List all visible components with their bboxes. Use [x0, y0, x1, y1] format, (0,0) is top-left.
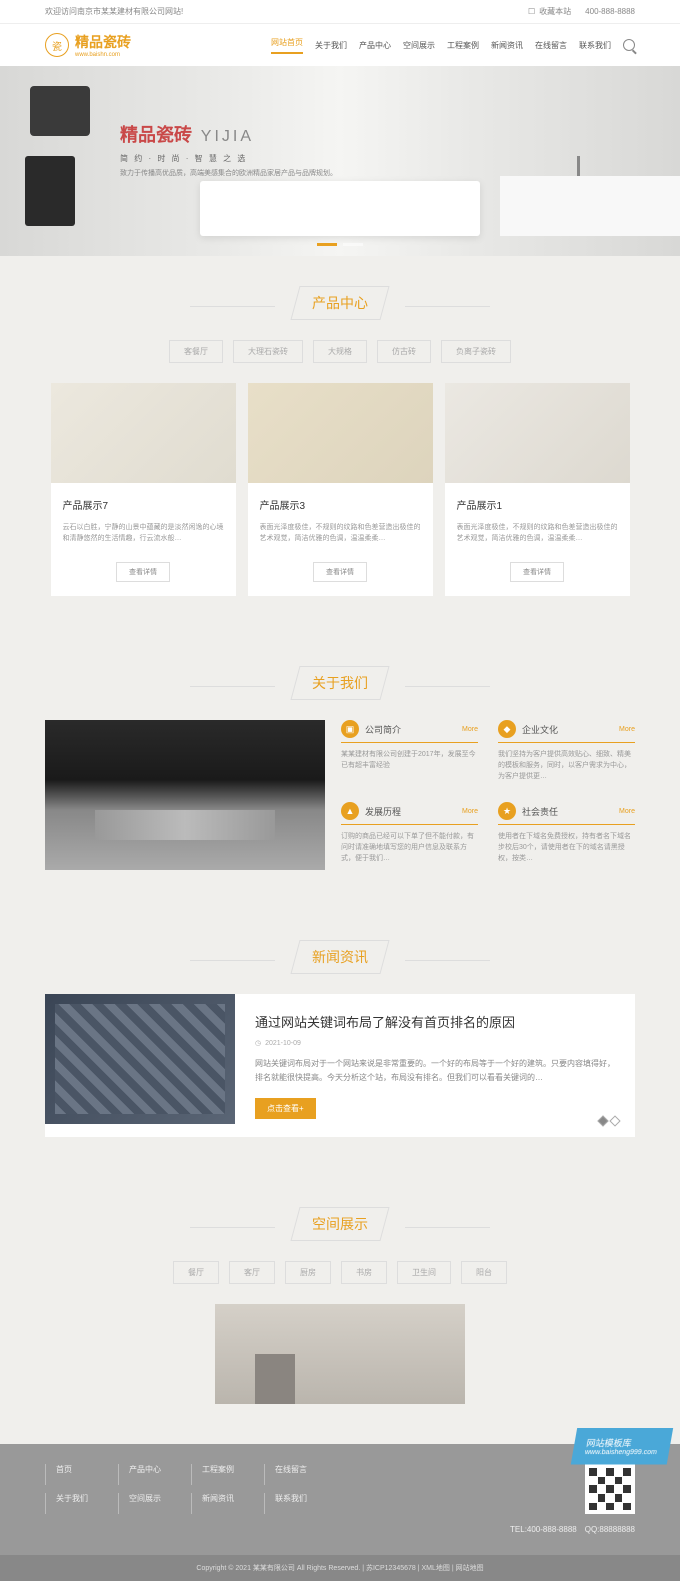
more-link[interactable]: More	[619, 726, 635, 733]
hero-en: YIJIA	[201, 128, 254, 145]
product-card[interactable]: 产品展示3 表面光泽度极佳，不规则的纹路和色差营造出极佳的艺术观觉，简洁优雅的色…	[248, 383, 433, 596]
news-date: ◷ 2021-10-09	[255, 1039, 615, 1047]
about-section-title: 关于我们	[0, 636, 680, 720]
tab-large[interactable]: 大规格	[313, 340, 367, 363]
bookmark-icon: ☐	[528, 7, 535, 16]
product-card[interactable]: 产品展示7 云石以白胜，宁静的山景中蕴藏的是淡然闲逸的心境和清静悠然的生活情趣，…	[51, 383, 236, 596]
watermark: 网站模板库 www.baisheng999.com	[571, 1428, 673, 1464]
tab-kitchen[interactable]: 厨房	[285, 1261, 331, 1284]
tab-dining[interactable]: 餐厅	[173, 1261, 219, 1284]
nav-message[interactable]: 在线留言	[535, 40, 567, 51]
tab-ion[interactable]: 负离子瓷砖	[441, 340, 511, 363]
about-info-grid: ▣ 公司简介 More 某某建材有限公司创建于2017年，发展至今已有超丰富经验…	[341, 720, 635, 870]
product-desc: 表面光泽度极佳，不规则的纹路和色差营造出极佳的艺术观觉，简洁优雅的色调，温温柔柔…	[457, 522, 618, 550]
product-detail-button[interactable]: 查看详情	[313, 562, 367, 582]
nav-home[interactable]: 网站首页	[271, 37, 303, 54]
hero-brand: 精品瓷砖	[120, 121, 192, 147]
hero-desc: 致力于传播高优品质，高端美感集合的欧洲精品家居产品与品牌规划。	[120, 168, 337, 178]
footer-link[interactable]: 在线留言	[264, 1464, 307, 1485]
products-section-title: 产品中心	[0, 256, 680, 340]
logo[interactable]: 瓷 精品瓷砖 www.baishn.com	[45, 32, 131, 58]
footer-link[interactable]: 联系我们	[264, 1493, 307, 1514]
intro-icon: ▣	[341, 720, 359, 738]
news-next-button[interactable]	[609, 1116, 620, 1127]
footer-link[interactable]: 新闻资讯	[191, 1493, 234, 1514]
space-section-title: 空间展示	[0, 1177, 680, 1261]
footer-links: 首页 产品中心 工程案例 在线留言 关于我们 空间展示 新闻资讯 联系我们	[45, 1464, 307, 1514]
dot-2[interactable]	[343, 243, 363, 246]
logo-text: 精品瓷砖	[75, 32, 131, 52]
more-link[interactable]: More	[619, 808, 635, 815]
footer-link[interactable]: 产品中心	[118, 1464, 161, 1485]
logo-icon: 瓷	[45, 33, 69, 57]
nav-products[interactable]: 产品中心	[359, 40, 391, 51]
product-tabs: 客餐厅 大理石瓷砖 大规格 仿古砖 负离子瓷砖	[0, 340, 680, 363]
responsibility-icon: ★	[498, 802, 516, 820]
nav-news[interactable]: 新闻资讯	[491, 40, 523, 51]
culture-icon: ◆	[498, 720, 516, 738]
tab-living-room[interactable]: 客厅	[229, 1261, 275, 1284]
footer-link[interactable]: 首页	[45, 1464, 88, 1485]
news-section-title: 新闻资讯	[0, 910, 680, 994]
news-view-button[interactable]: 点击查看+	[255, 1098, 316, 1119]
product-detail-button[interactable]: 查看详情	[116, 562, 170, 582]
product-title: 产品展示1	[457, 497, 618, 512]
footer-link[interactable]: 关于我们	[45, 1493, 88, 1514]
footer-contact: TEL:400-888-8888 QQ:88888888	[45, 1524, 635, 1535]
logo-sub: www.baishn.com	[75, 52, 131, 58]
product-title: 产品展示3	[260, 497, 421, 512]
main-nav: 网站首页 关于我们 产品中心 空间展示 工程案例 新闻资讯 在线留言 联系我们	[271, 37, 635, 54]
nav-space[interactable]: 空间展示	[403, 40, 435, 51]
about-image	[45, 720, 325, 870]
news-card: 通过网站关键词布局了解没有首页排名的原因 ◷ 2021-10-09 网站关键词布…	[45, 994, 635, 1137]
product-image	[248, 383, 433, 483]
hero-tagline: 简 约 · 时 尚 · 智 慧 之 选	[120, 153, 337, 164]
search-icon[interactable]	[623, 39, 635, 51]
nav-cases[interactable]: 工程案例	[447, 40, 479, 51]
product-detail-button[interactable]: 查看详情	[510, 562, 564, 582]
product-grid: 产品展示7 云石以白胜，宁静的山景中蕴藏的是淡然闲逸的心境和清静悠然的生活情趣，…	[45, 383, 635, 636]
header: 瓷 精品瓷砖 www.baishn.com 网站首页 关于我们 产品中心 空间展…	[0, 24, 680, 66]
welcome-text: 欢迎访问南京市某某建材有限公司网站!	[45, 6, 183, 17]
hotline: 400-888-8888	[585, 7, 635, 16]
tab-balcony[interactable]: 阳台	[461, 1261, 507, 1284]
clock-icon: ◷	[255, 1039, 261, 1047]
hero-banner: 精品瓷砖 YIJIA 简 约 · 时 尚 · 智 慧 之 选 致力于传播高优品质…	[0, 66, 680, 256]
about-intro[interactable]: ▣ 公司简介 More 某某建材有限公司创建于2017年，发展至今已有超丰富经验	[341, 720, 478, 788]
news-title[interactable]: 通过网站关键词布局了解没有首页排名的原因	[255, 1012, 615, 1031]
about-responsibility[interactable]: ★ 社会责任 More 使用者在下域名免费授权，持有者名下域名步校后30个，请使…	[498, 802, 635, 870]
tab-antique[interactable]: 仿古砖	[377, 340, 431, 363]
product-card[interactable]: 产品展示1 表面光泽度极佳，不规则的纹路和色差营造出极佳的艺术观觉，简洁优雅的色…	[445, 383, 630, 596]
tab-marble[interactable]: 大理石瓷砖	[233, 340, 303, 363]
footer-link[interactable]: 空间展示	[118, 1493, 161, 1514]
space-tabs: 餐厅 客厅 厨房 书房 卫生间 阳台	[0, 1261, 680, 1284]
product-title: 产品展示7	[63, 497, 224, 512]
dot-1[interactable]	[317, 243, 337, 246]
nav-contact[interactable]: 联系我们	[579, 40, 611, 51]
about-culture[interactable]: ◆ 企业文化 More 我们坚持为客户提供高效贴心、细致、精美的模板和服务，同时…	[498, 720, 635, 788]
tab-living[interactable]: 客餐厅	[169, 340, 223, 363]
nav-about[interactable]: 关于我们	[315, 40, 347, 51]
space-image[interactable]	[215, 1304, 465, 1404]
news-image	[45, 994, 235, 1124]
bookmark-link[interactable]: 收藏本站	[539, 6, 571, 17]
product-image	[445, 383, 630, 483]
tab-study[interactable]: 书房	[341, 1261, 387, 1284]
copyright: Copyright © 2021 某某有限公司 All Rights Reser…	[0, 1555, 680, 1581]
carousel-dots	[317, 243, 363, 246]
product-desc: 云石以白胜，宁静的山景中蕴藏的是淡然闲逸的心境和清静悠然的生活情趣，行云流水般…	[63, 522, 224, 550]
product-image	[51, 383, 236, 483]
topbar: 欢迎访问南京市某某建材有限公司网站! ☐ 收藏本站 400-888-8888	[0, 0, 680, 24]
footer-link[interactable]: 工程案例	[191, 1464, 234, 1485]
product-desc: 表面光泽度极佳，不规则的纹路和色差营造出极佳的艺术观觉，简洁优雅的色调，温温柔柔…	[260, 522, 421, 550]
more-link[interactable]: More	[462, 726, 478, 733]
more-link[interactable]: More	[462, 808, 478, 815]
about-history[interactable]: ▲ 发展历程 More 订购的商品已经可以下单了但不能付款，有问时请准确地填写您…	[341, 802, 478, 870]
history-icon: ▲	[341, 802, 359, 820]
tab-bathroom[interactable]: 卫生间	[397, 1261, 451, 1284]
news-desc: 网站关键词布局对于一个网站来说是非常重要的。一个好的布局等于一个好的建筑。只要内…	[255, 1057, 615, 1084]
qr-code	[585, 1464, 635, 1514]
news-prev-button[interactable]	[597, 1116, 608, 1127]
